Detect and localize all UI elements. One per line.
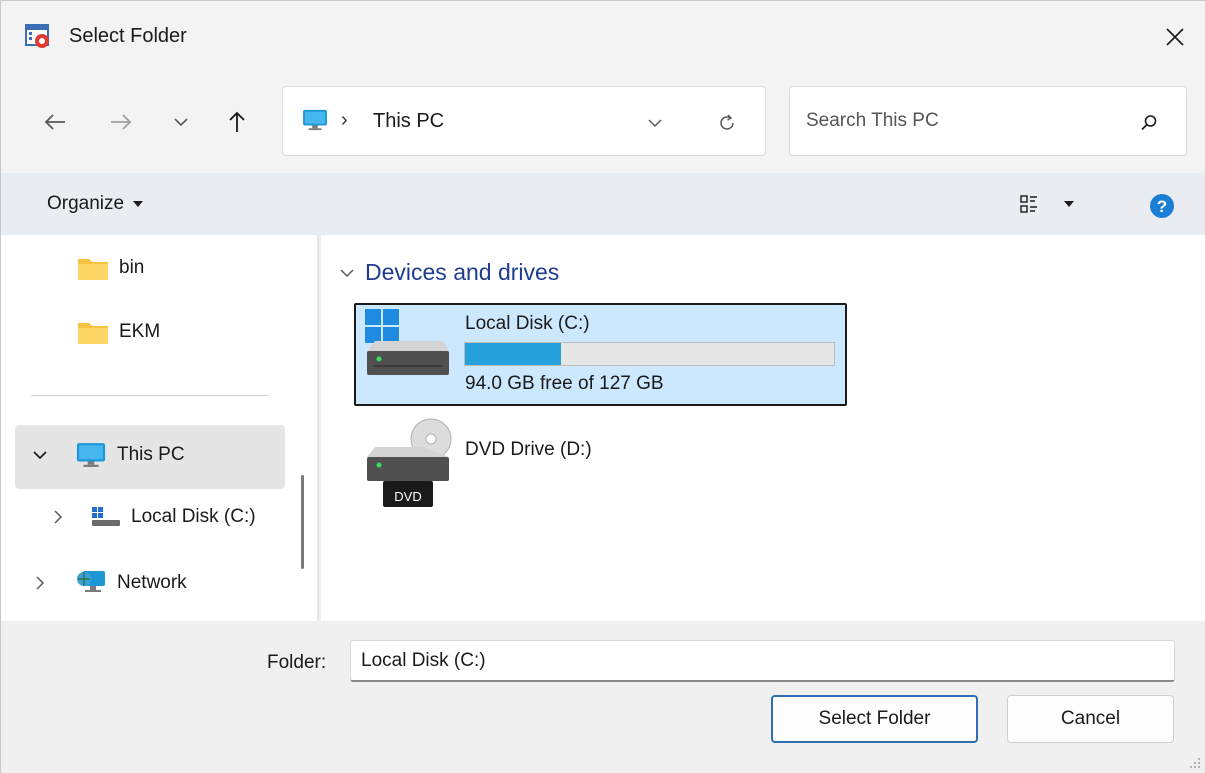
- caret-down-icon: [133, 201, 144, 207]
- svg-text:?: ?: [1157, 197, 1167, 216]
- chevron-down-icon: [340, 268, 354, 277]
- refresh-icon: [720, 114, 734, 130]
- window-title: Select Folder: [69, 25, 187, 47]
- nav-item-local-disk[interactable]: Local Disk (C:): [53, 506, 256, 528]
- search-button[interactable]: [1135, 109, 1163, 137]
- group-header-devices[interactable]: Devices and drives: [339, 259, 559, 286]
- capacity-bar: [464, 342, 835, 366]
- address-bar[interactable]: › This PC: [282, 86, 766, 156]
- chevron-right-icon[interactable]: [53, 510, 63, 524]
- search-input[interactable]: [806, 107, 1126, 135]
- refresh-button[interactable]: [713, 109, 741, 137]
- folder-label: Folder:: [267, 652, 327, 673]
- drive-icon: [92, 507, 120, 526]
- nav-item-label: Network: [117, 572, 187, 593]
- breadcrumb-separator-icon[interactable]: ›: [341, 109, 348, 132]
- chevron-right-icon[interactable]: [35, 576, 45, 590]
- arrow-left-icon: [44, 114, 65, 130]
- computer-icon: [76, 443, 106, 467]
- resize-grip-icon[interactable]: [1187, 755, 1201, 769]
- select-folder-dialog: Select Folder › This PC Search This PC O…: [0, 0, 1205, 773]
- nav-item-bin[interactable]: bin: [77, 255, 144, 281]
- group-title: Devices and drives: [365, 259, 560, 285]
- windows-drive-icon: [365, 309, 449, 375]
- folder-icon: [78, 323, 108, 344]
- chevron-down-icon: [648, 119, 662, 128]
- folder-icon: [78, 259, 108, 280]
- close-icon: [1166, 28, 1184, 46]
- chevron-down-icon[interactable]: [33, 450, 47, 460]
- pane-divider[interactable]: [317, 235, 319, 621]
- select-folder-button[interactable]: Select Folder: [771, 695, 978, 743]
- view-list-icon: [1020, 195, 1037, 213]
- arrow-right-icon: [111, 114, 132, 130]
- nav-item-label: EKM: [119, 321, 161, 342]
- cancel-button[interactable]: Cancel: [1007, 695, 1174, 743]
- nav-item-label: Local Disk (C:): [131, 506, 256, 527]
- nav-item-network[interactable]: Network: [35, 569, 187, 597]
- close-button[interactable]: [1151, 13, 1199, 61]
- search-box[interactable]: [789, 86, 1187, 156]
- help-icon[interactable]: ?: [1149, 193, 1175, 219]
- search-icon: [1141, 115, 1157, 131]
- change-view-button[interactable]: [1019, 189, 1099, 219]
- address-dropdown-button[interactable]: [641, 109, 669, 137]
- nav-item-label: This PC: [117, 444, 185, 465]
- caret-down-icon: [1064, 201, 1074, 207]
- forward-button[interactable]: [101, 102, 141, 142]
- organize-label: Organize: [47, 193, 125, 214]
- drive-name-dvd: DVD Drive (D:): [465, 439, 592, 460]
- drive-free-space: 94.0 GB free of 127 GB: [465, 373, 664, 394]
- organize-button[interactable]: Organize: [47, 193, 144, 215]
- dvd-badge: DVD: [394, 489, 422, 504]
- recent-locations-button[interactable]: [161, 102, 201, 142]
- nav-separator: [31, 395, 269, 396]
- app-icon: [25, 24, 49, 48]
- nav-item-this-pc[interactable]: This PC: [33, 442, 185, 468]
- breadcrumb-this-pc[interactable]: This PC: [373, 110, 444, 133]
- navigation-bar: › This PC: [1, 73, 1205, 173]
- network-icon: [77, 571, 105, 592]
- back-button[interactable]: [35, 102, 75, 142]
- command-bar: Organize: [1, 173, 1205, 235]
- title-bar: Select Folder: [1, 1, 1205, 73]
- nav-item-ekm[interactable]: EKM: [77, 319, 160, 345]
- navpane-scrollbar[interactable]: [301, 475, 304, 569]
- computer-icon: [303, 109, 327, 131]
- drive-name-local-disk: Local Disk (C:): [465, 313, 590, 334]
- capacity-bar-fill: [465, 343, 561, 365]
- arrow-up-icon: [229, 111, 245, 132]
- folder-field[interactable]: [350, 640, 1175, 682]
- nav-item-label: bin: [119, 257, 145, 278]
- up-button[interactable]: [217, 102, 257, 142]
- chevron-down-icon: [174, 118, 188, 127]
